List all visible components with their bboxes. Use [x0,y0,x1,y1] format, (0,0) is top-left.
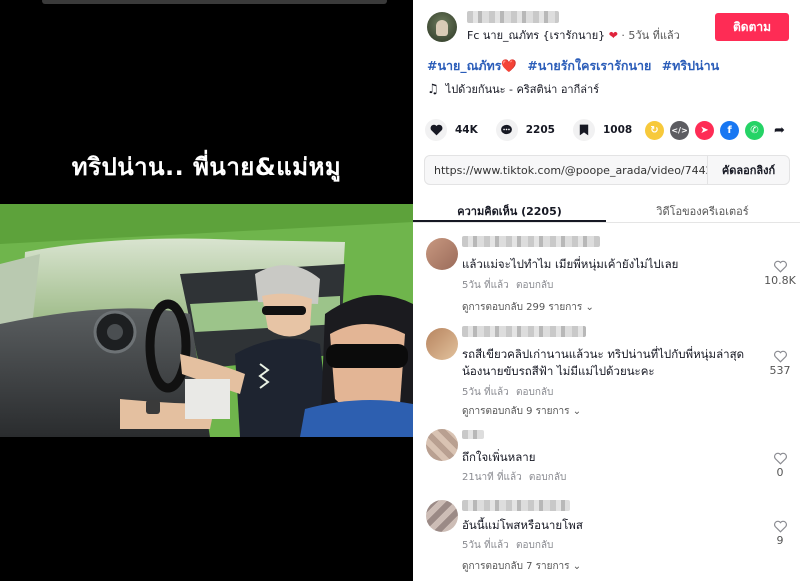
chevron-down-icon: ⌄ [585,302,594,313]
send-icon[interactable]: ➤ [695,121,714,140]
video-player[interactable]: ทริปน่าน.. พี่นาย&แม่หมู [0,0,413,581]
author-info[interactable]: Fc นาย_ณภัทร {เรารักนาย} ❤ · 5วัน ที่แล้… [467,26,680,44]
view-replies-button[interactable]: ดูการตอบกลับ 9 รายการ ⌄ [462,404,581,419]
comment-like-count: 0 [776,466,784,479]
comment-time: 5วัน ที่แล้ว [462,280,509,291]
comment-meta: 5วัน ที่แล้ว ตอบกลับ [462,278,553,293]
replies-label: ดูการตอบกลับ 7 รายการ [462,561,570,572]
share-options: ↻ </> ➤ f ✆ ➦ [645,121,789,140]
hashtag-link[interactable]: #นาย_ณภัทร❤️ [427,58,517,73]
commenter-avatar[interactable] [426,500,458,532]
video-caption: ทริปน่าน.. พี่นาย&แม่หมู [71,153,342,181]
comment-like-button[interactable]: 9 [763,520,797,547]
comment-like-button[interactable]: 0 [763,452,797,479]
comment-like-button[interactable]: 10.8K [763,260,797,287]
comment-button[interactable]: 2205 [495,119,555,141]
repost-icon[interactable]: ↻ [645,121,664,140]
engagement-stats: 44K 2205 1008 [425,119,650,141]
comment-meta: 5วัน ที่แล้ว ตอบกลับ [462,538,553,553]
comment-like-count: 9 [776,534,784,547]
comment-text: รถสีเขียวคลิปเก่านานแล้วนะ ทริปน่านที่ไป… [462,347,745,361]
facebook-icon[interactable]: f [720,121,739,140]
like-count: 44K [455,124,478,136]
chevron-down-icon: ⌄ [572,561,582,572]
music-title: ไปด้วยกันนะ - คริสติน่า อากีล่าร์ [445,83,600,96]
tab-bar: ความคิดเห็น (2205) วิดีโอของครีเอเตอร์ [413,196,800,223]
tab-creator-videos[interactable]: วิดีโอของครีเอเตอร์ [606,196,799,222]
comment-time: 21นาที ที่แล้ว [462,472,522,483]
comment-text: อันนี้แม่โพสหรือนายโพส [462,518,583,532]
share-arrow-icon[interactable]: ➦ [770,121,789,140]
like-button[interactable]: 44K [425,119,478,141]
comment-like-count: 10.8K [764,274,796,287]
save-count: 1008 [602,124,633,136]
music-note-icon: ♫ [427,81,439,97]
hashtag-list: #นาย_ณภัทร❤️ #นายรักใครเรารักนาย #ทริปน่… [427,56,725,76]
embed-icon[interactable]: </> [670,121,689,140]
heart-outline-icon [773,520,787,533]
save-button[interactable]: 1008 [572,119,633,141]
hashtag-link[interactable]: #ทริปน่าน [662,58,719,73]
heart-icon [425,119,447,141]
comment-meta: 5วัน ที่แล้ว ตอบกลับ [462,385,553,400]
heart-outline-icon [773,452,787,465]
posted-time: · 5วัน ที่แล้ว [621,29,680,42]
comment-like-count: 537 [769,364,791,377]
replies-label: ดูการตอบกลับ 299 รายการ [462,302,583,313]
comment-icon [495,119,518,141]
reply-button[interactable]: ตอบกลับ [529,472,566,483]
commenter-avatar[interactable] [426,238,458,270]
video-still-image [0,204,413,437]
blurred-username [462,326,586,337]
hashtag-link[interactable]: #นายรักใครเรารักนาย [527,58,651,73]
progress-bar[interactable] [42,0,387,4]
reply-button[interactable]: ตอบกลับ [516,540,553,551]
reply-button[interactable]: ตอบกลับ [516,280,553,291]
heart-emoji-icon: ❤ [608,29,618,42]
video-link-text[interactable]: https://www.tiktok.com/@poope_arada/vide… [425,164,707,177]
commenter-avatar[interactable] [426,328,458,360]
music-link[interactable]: ♫ ไปด้วยกันนะ - คริสติน่า อากีล่าร์ [427,80,599,98]
comment-like-button[interactable]: 537 [763,350,797,377]
tab-comments[interactable]: ความคิดเห็น (2205) [413,196,606,222]
comment-meta: 21นาที ที่แล้ว ตอบกลับ [462,470,566,485]
blurred-username [462,430,484,439]
comment-text-line2: น้องนายขับรถสีฟ้า ไม่มีแม่ไปด้วยนะคะ [462,364,655,378]
heart-outline-icon [773,260,787,273]
follow-button[interactable]: ติดตาม [715,13,789,41]
bookmark-icon [572,119,595,141]
comment-text: แล้วแม่จะไปทำไม เมียพี่หนุ่มเค้ายังไม่ไป… [462,257,679,271]
whatsapp-icon[interactable]: ✆ [745,121,764,140]
heart-outline-icon [773,350,787,363]
commenter-avatar[interactable] [426,429,458,461]
blurred-username [462,500,570,511]
details-panel: Fc นาย_ณภัทร {เรารักนาย} ❤ · 5วัน ที่แล้… [413,0,800,581]
reply-button[interactable]: ตอบกลับ [516,387,553,398]
comment-count: 2205 [525,124,555,136]
view-replies-button[interactable]: ดูการตอบกลับ 7 รายการ ⌄ [462,559,581,574]
comment-time: 5วัน ที่แล้ว [462,540,509,551]
blurred-username [462,236,600,247]
author-avatar[interactable] [427,12,457,42]
author-nickname: Fc นาย_ณภัทร {เรารักนาย} [467,29,606,42]
comment-time: 5วัน ที่แล้ว [462,387,509,398]
replies-label: ดูการตอบกลับ 9 รายการ [462,406,570,417]
chevron-down-icon: ⌄ [572,406,582,417]
comment-text: ถึกใจเพิ่นหลาย [462,450,536,464]
view-replies-button[interactable]: ดูการตอบกลับ 299 รายการ ⌄ [462,300,594,315]
copy-link-button[interactable]: คัดลอกลิงก์ [707,156,789,184]
share-link-box: https://www.tiktok.com/@poope_arada/vide… [424,155,790,185]
blurred-username [467,11,559,23]
video-frame[interactable] [0,204,413,437]
